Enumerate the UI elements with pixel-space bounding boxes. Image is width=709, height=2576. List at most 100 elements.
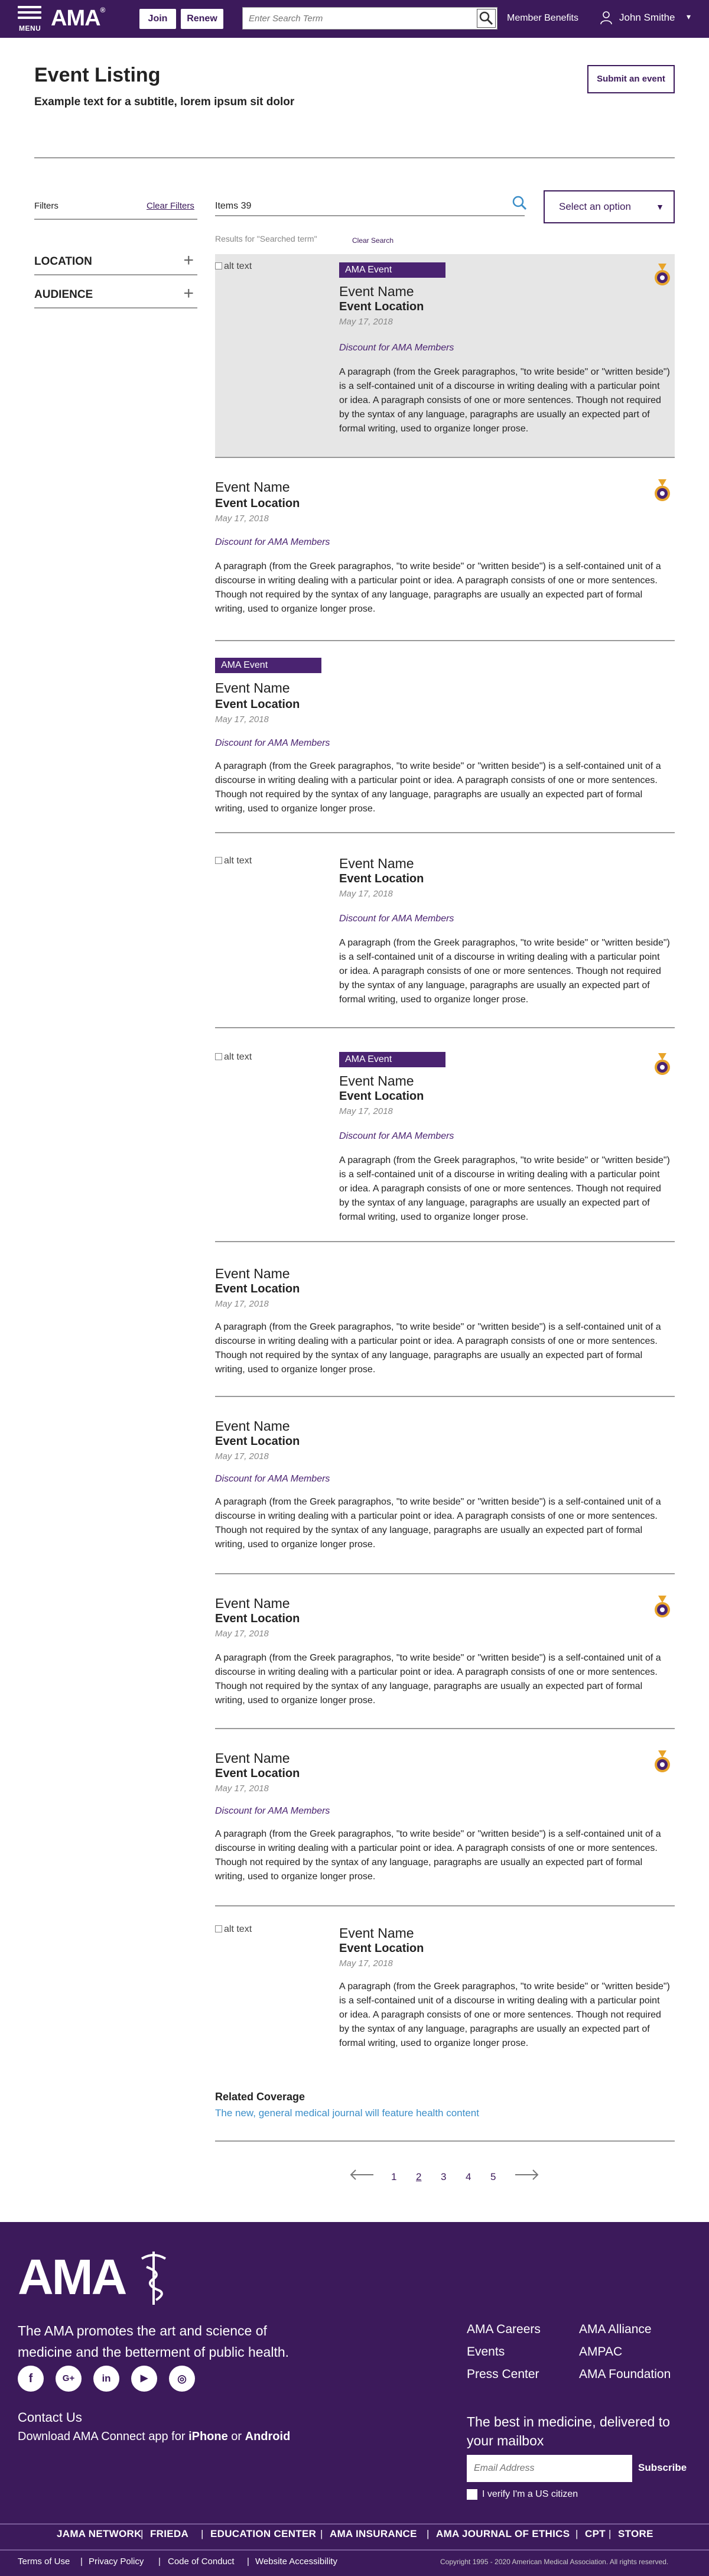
join-button[interactable]: Join (139, 9, 176, 29)
footer-nav-item[interactable]: EDUCATION CENTER (210, 2528, 316, 2540)
event-card[interactable]: Event Name Event Location May 17, 2018 A… (215, 1242, 675, 1397)
event-name[interactable]: Event Name (215, 680, 290, 696)
clear-filters-link[interactable]: Clear Filters (147, 201, 194, 211)
event-card[interactable]: Event Name Event Location May 17, 2018 D… (215, 1397, 675, 1574)
member-benefits-link[interactable]: Member Benefits (507, 13, 578, 24)
event-card[interactable]: alt text Event Name Event Location May 1… (215, 1906, 675, 2078)
ama-logo[interactable]: AMA® (51, 6, 105, 31)
event-name[interactable]: Event Name (215, 1418, 290, 1434)
clear-search-link[interactable]: Clear Search (352, 236, 393, 245)
search-button[interactable] (477, 9, 496, 28)
search-input[interactable] (243, 8, 467, 29)
footer-nav-item[interactable]: CPT (585, 2528, 606, 2540)
event-discount: Discount for AMA Members (339, 343, 454, 353)
event-name[interactable]: Event Name (339, 856, 414, 872)
google-plus-icon[interactable]: G+ (56, 2366, 82, 2392)
event-name[interactable]: Event Name (215, 1266, 290, 1282)
footer-nav-item[interactable]: AMA INSURANCE (330, 2528, 417, 2540)
event-description: A paragraph (from the Greek paragraphos,… (215, 1653, 661, 1706)
event-name[interactable]: Event Name (215, 479, 290, 495)
menu-button[interactable]: MENU (18, 6, 41, 33)
search-icon (479, 11, 493, 25)
event-location: Event Location (339, 1090, 424, 1103)
page-link[interactable]: 4 (466, 2171, 471, 2183)
related-coverage-link[interactable]: The new, general medical journal will fe… (215, 2107, 479, 2119)
footer-link[interactable]: Events (467, 2345, 505, 2359)
event-date: May 17, 2018 (339, 317, 393, 327)
separator: | (141, 2528, 144, 2539)
menu-icon (18, 6, 41, 8)
event-name[interactable]: Event Name (215, 1596, 290, 1612)
ama-event-tag[interactable]: AMA Event (339, 262, 445, 278)
legal-link[interactable]: Code of Conduct (168, 2556, 235, 2567)
footer-nav-item[interactable]: FRIEDA (150, 2528, 188, 2540)
separator: | (575, 2528, 578, 2539)
menu-icon-bar (18, 11, 41, 14)
user-menu[interactable]: John Smithe (600, 12, 675, 24)
footer-link[interactable]: AMA Alliance (579, 2322, 652, 2337)
footer-link[interactable]: AMPAC (579, 2345, 622, 2359)
page-link[interactable]: 5 (490, 2171, 496, 2183)
items-count: Items 39 (215, 201, 252, 211)
event-date: May 17, 2018 (215, 1784, 269, 1794)
legal-link[interactable]: Terms of Use (18, 2556, 70, 2567)
iphone-link[interactable]: iPhone (188, 2430, 228, 2443)
event-date: May 17, 2018 (215, 514, 269, 524)
linkedin-icon[interactable]: in (93, 2366, 119, 2392)
event-card[interactable]: Event Name Event Location May 17, 2018 A… (215, 1574, 675, 1729)
event-name[interactable]: Event Name (339, 1073, 414, 1089)
event-date: May 17, 2018 (339, 1106, 393, 1116)
us-citizen-label: I verify I'm a US citizen (482, 2489, 578, 2499)
ama-event-tag[interactable]: AMA Event (215, 658, 321, 673)
page-link-current[interactable]: 2 (416, 2171, 421, 2183)
filter-location[interactable]: LOCATION + (34, 247, 197, 275)
arrow-left-icon[interactable] (349, 2168, 375, 2182)
site-footer: AMA The AMA promotes the art and science… (0, 2222, 709, 2576)
footer-link[interactable]: AMA Careers (467, 2322, 541, 2337)
page-link[interactable]: 3 (441, 2171, 446, 2183)
us-citizen-checkbox[interactable] (467, 2489, 477, 2500)
facebook-icon[interactable]: f (18, 2366, 44, 2392)
instagram-icon[interactable]: ◎ (169, 2366, 195, 2392)
event-name[interactable]: Event Name (339, 284, 414, 300)
android-link[interactable]: Android (245, 2430, 291, 2443)
event-card[interactable]: Event Name Event Location May 17, 2018 D… (215, 1729, 675, 1906)
event-image: alt text (215, 1052, 321, 1064)
event-card[interactable]: Event Name Event Location May 17, 2018 D… (215, 458, 675, 641)
ama-event-tag[interactable]: AMA Event (339, 1052, 445, 1067)
footer-logo[interactable]: AMA (18, 2247, 171, 2306)
submit-event-button[interactable]: Submit an event (587, 65, 675, 93)
renew-button[interactable]: Renew (181, 9, 223, 29)
event-card[interactable]: alt text Event Name Event Location May 1… (215, 833, 675, 1028)
legal-link[interactable]: Privacy Policy (89, 2556, 144, 2567)
youtube-icon[interactable]: ▶ (131, 2366, 157, 2392)
legal-link[interactable]: Website Accessibility (255, 2556, 337, 2567)
event-name[interactable]: Event Name (339, 1925, 414, 1941)
medal-icon (655, 479, 670, 501)
event-discount: Discount for AMA Members (215, 537, 330, 547)
footer-link[interactable]: AMA Foundation (579, 2367, 671, 2382)
sort-select[interactable]: Select an option ▼ (544, 190, 675, 223)
footer-nav-item[interactable]: JAMA NETWORK (57, 2528, 142, 2540)
footer-nav-item[interactable]: AMA JOURNAL OF ETHICS (436, 2528, 570, 2540)
subscribe-button[interactable]: Subscribe (638, 2462, 687, 2474)
page-link[interactable]: 1 (391, 2171, 396, 2183)
event-description: A paragraph (from the Greek paragraphos,… (339, 367, 670, 434)
event-image: alt text (215, 856, 321, 868)
medal-icon (655, 264, 670, 285)
event-card[interactable]: AMA Event Event Name Event Location May … (215, 641, 675, 833)
event-name[interactable]: Event Name (215, 1750, 290, 1766)
divider (34, 157, 675, 158)
event-card[interactable]: alt text AMA Event Event Name Event Loca… (215, 1028, 675, 1242)
footer-link[interactable]: Press Center (467, 2367, 539, 2382)
event-image: alt text (215, 1924, 321, 1936)
arrow-right-icon[interactable] (514, 2168, 540, 2182)
event-card[interactable]: alt text AMA Event Event Name Event Loca… (215, 254, 675, 458)
contact-us-link[interactable]: Contact Us (18, 2410, 82, 2425)
filters-label: Filters (34, 201, 58, 211)
footer-nav-item[interactable]: STORE (618, 2528, 653, 2540)
filter-audience[interactable]: AUDIENCE + (34, 280, 197, 308)
email-field[interactable] (467, 2455, 632, 2482)
search-icon[interactable] (512, 195, 527, 210)
event-date: May 17, 2018 (339, 1958, 393, 1968)
